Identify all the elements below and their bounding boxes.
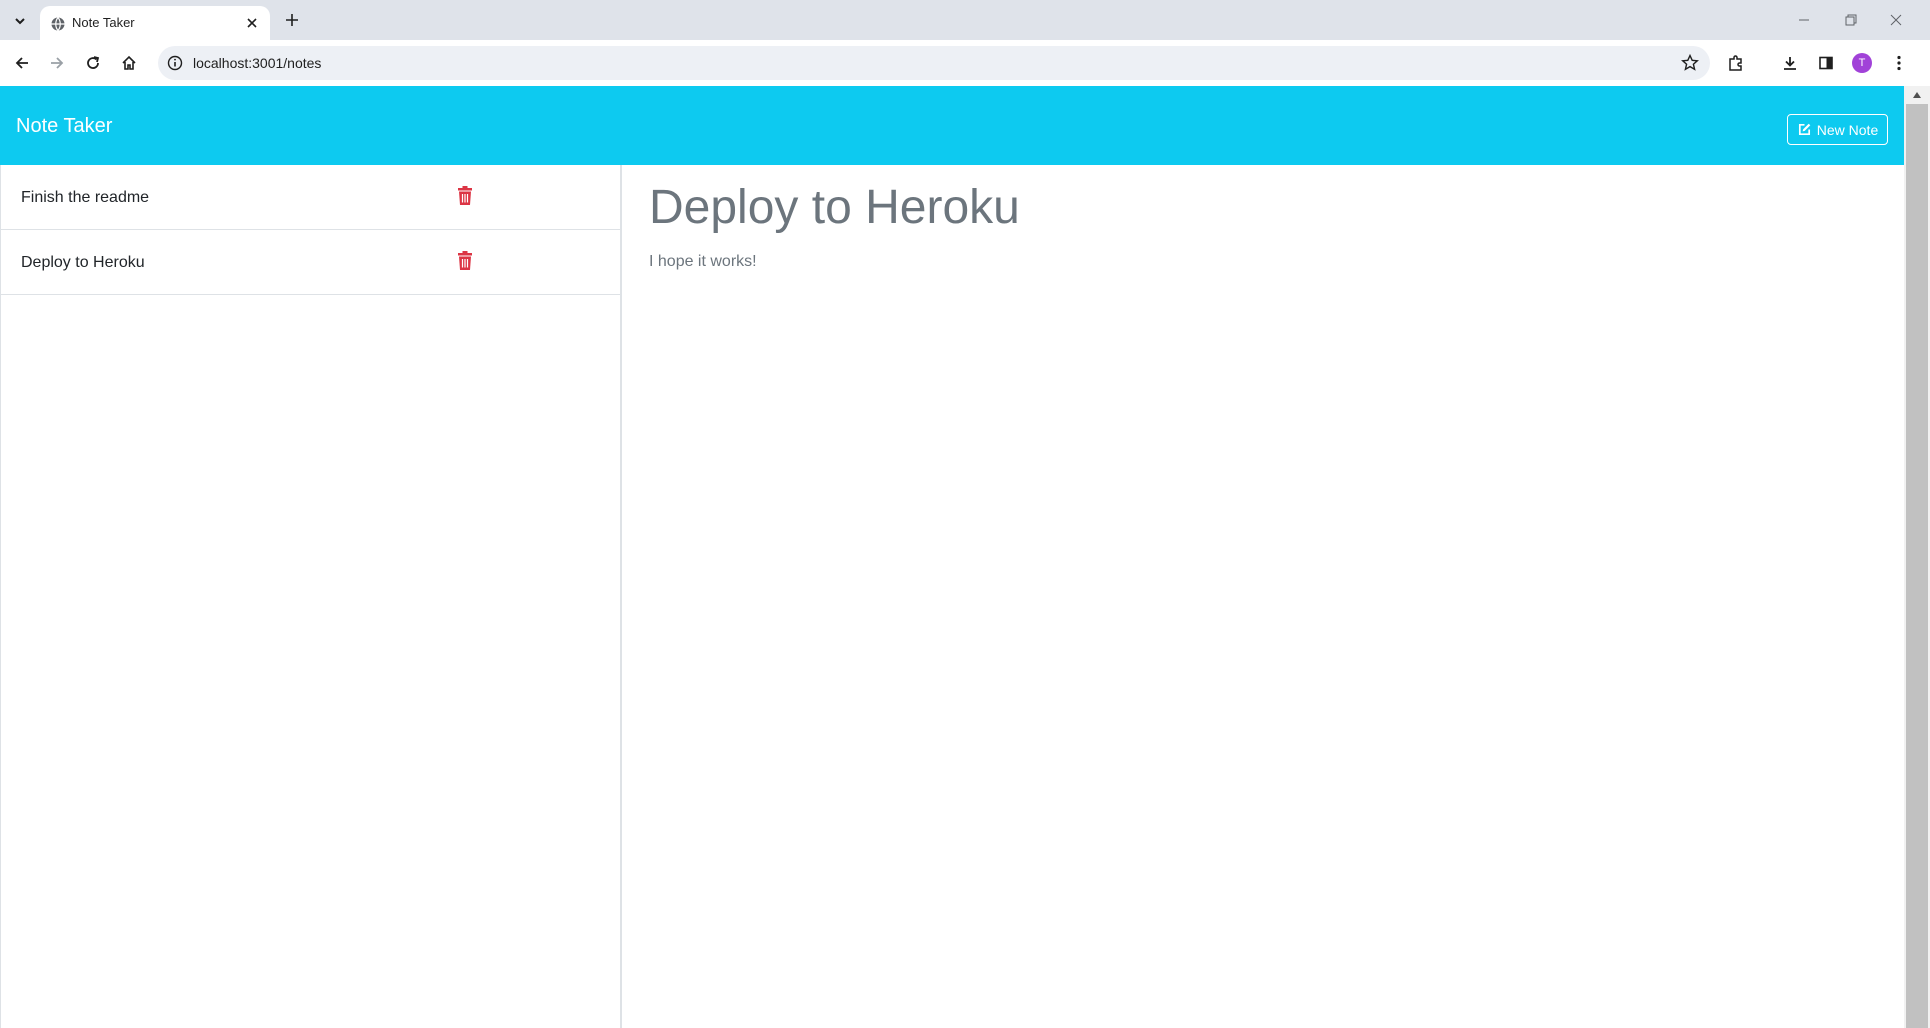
new-note-button[interactable]: New Note [1787, 114, 1888, 145]
reload-icon[interactable] [81, 51, 105, 75]
note-title-field[interactable]: Deploy to Heroku [649, 179, 1020, 237]
downloads-icon[interactable] [1778, 51, 1802, 75]
close-window-icon[interactable] [1884, 8, 1908, 32]
restore-icon[interactable] [1839, 8, 1863, 32]
home-icon[interactable] [117, 51, 141, 75]
url-text: localhost:3001/notes [193, 55, 322, 71]
note-title[interactable]: Finish the readme [21, 188, 149, 208]
new-tab-plus-icon[interactable] [282, 10, 302, 30]
site-info-icon[interactable] [166, 54, 184, 72]
kebab-menu-icon[interactable] [1887, 51, 1911, 75]
app-navbar: Note Taker New Note [0, 86, 1904, 165]
trash-icon[interactable] [457, 251, 473, 271]
trash-icon[interactable] [457, 186, 473, 206]
scroll-up-arrow-icon[interactable] [1910, 90, 1924, 100]
pen-to-square-icon [1798, 123, 1811, 136]
tab-title: Note Taker [72, 15, 135, 30]
address-bar[interactable]: localhost:3001/notes [158, 46, 1710, 80]
note-text-field[interactable]: I hope it works! [649, 252, 757, 272]
notes-list: Finish the readme Deploy to Heroku [0, 165, 622, 1028]
scrollbar-thumb[interactable] [1906, 104, 1928, 1028]
note-title[interactable]: Deploy to Heroku [21, 253, 145, 273]
browser-tab-bar: Note Taker [0, 0, 1930, 40]
profile-avatar[interactable]: T [1852, 53, 1872, 73]
app-brand[interactable]: Note Taker [16, 114, 112, 138]
minimize-icon[interactable] [1792, 8, 1816, 32]
note-editor: Deploy to Heroku I hope it works! [622, 165, 1904, 1028]
page-viewport: Note Taker New Note Finish the readme De… [0, 86, 1930, 1028]
list-item[interactable]: Deploy to Heroku [1, 230, 621, 295]
tab-search-chevron-icon[interactable] [8, 9, 32, 33]
bookmark-star-icon[interactable] [1680, 53, 1700, 73]
side-panel-icon[interactable] [1814, 51, 1838, 75]
forward-arrow-icon[interactable] [45, 51, 69, 75]
browser-toolbar: localhost:3001/notes T [0, 40, 1930, 86]
list-item[interactable]: Finish the readme [1, 165, 621, 230]
browser-tab[interactable]: Note Taker [40, 6, 270, 40]
close-tab-icon[interactable] [244, 15, 260, 31]
globe-icon [51, 17, 65, 31]
back-arrow-icon[interactable] [10, 51, 34, 75]
scrollbar[interactable] [1904, 86, 1930, 1028]
new-note-label: New Note [1816, 121, 1879, 138]
extensions-puzzle-icon[interactable] [1724, 51, 1748, 75]
